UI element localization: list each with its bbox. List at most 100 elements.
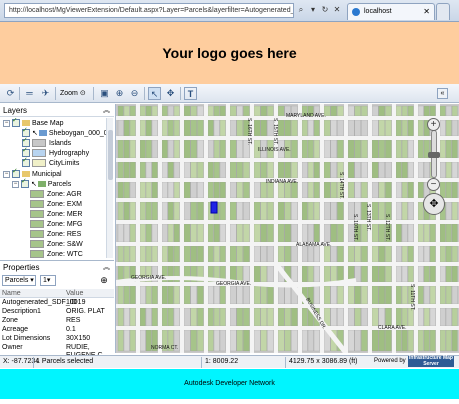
zoom-menu[interactable]: Zoom ⊙ [60, 88, 86, 99]
tab-title: localhost [364, 8, 392, 15]
refresh-map-icon[interactable]: ⟳ [4, 87, 17, 100]
zoom-slider-thumb[interactable] [428, 152, 440, 158]
map-toolbar: ⟳ ═ ✈ Zoom ⊙ ▣ ⊕ ⊖ ↖ ✥ T « [0, 84, 459, 103]
zoom-rect-icon[interactable]: ▣ [98, 87, 111, 100]
zoom-in-icon[interactable]: + [427, 118, 440, 131]
property-name: Acreage [2, 326, 29, 333]
buffer-icon[interactable]: ✈ [39, 87, 52, 100]
layer-item-hydrography[interactable]: Hydrography [22, 146, 90, 158]
status-separator [201, 357, 202, 368]
checkbox[interactable] [21, 177, 29, 189]
layer-label: Hydrography [49, 150, 90, 157]
property-row: Lot Dimensions 30X150 [0, 335, 114, 343]
street-label: S. 16TH ST. [246, 118, 252, 145]
pan-control-icon[interactable]: ✥ [423, 193, 445, 215]
property-name: Zone [2, 317, 18, 324]
layer-select[interactable]: Parcels ▾ [2, 275, 36, 286]
index-select[interactable]: 1▾ [40, 275, 56, 286]
legend-label: Zone: EXM [47, 201, 83, 208]
chevron-down-icon: ⊙ [79, 90, 86, 97]
street-label: S. 12TH ST. [384, 214, 390, 241]
toolbar-separator [144, 87, 145, 100]
property-row: Autogenerated_SDF_ID 10019 [0, 299, 114, 307]
layer-group-basemap[interactable]: − Base Map [3, 118, 64, 128]
ims-logo: Infrastructure Map Server [408, 355, 454, 367]
collapse-icon[interactable]: − [3, 170, 10, 178]
legend-label: Zone: S&W [47, 241, 83, 248]
chevron-down-icon: ▾ [30, 277, 34, 284]
checkbox[interactable] [22, 156, 30, 168]
checkbox[interactable] [12, 118, 20, 128]
refresh-icon[interactable]: ↻ [320, 5, 330, 15]
parcels-icon [37, 181, 46, 188]
new-tab-button[interactable] [436, 3, 450, 20]
legend-swatch [30, 220, 44, 229]
layer-label: Municipal [32, 171, 62, 178]
legend-item: Zone: EXM [30, 200, 82, 209]
legend-label: Zone: MFG [47, 221, 83, 228]
parcel-blocks [117, 105, 458, 352]
layer-item-citylimits[interactable]: CityLimits [22, 156, 79, 168]
property-name: Description1 [2, 308, 41, 315]
zoom-out-icon[interactable]: ⊖ [128, 87, 141, 100]
street-label: MARYLAND AVE. [286, 113, 326, 119]
toolbar-separator [93, 87, 94, 100]
street-label: CLARA AVE. [378, 325, 407, 331]
layer-item-parcels[interactable]: − ↖ Parcels [12, 177, 72, 189]
collapse-up-icon[interactable]: ︽ [103, 104, 110, 117]
layer-group-municipal[interactable]: − Municipal [3, 167, 62, 179]
measure-icon[interactable]: ═ [23, 87, 36, 100]
zoom-out-icon[interactable]: − [427, 178, 440, 191]
layer-label: Parcels [47, 181, 72, 188]
street-label: GEORGIA AVE. [131, 275, 166, 281]
raster-icon [38, 130, 47, 137]
toolbar-separator [19, 87, 20, 100]
tab-close-icon[interactable]: ✕ [423, 4, 430, 20]
map-svg: MARYLAND AVE. ILLINOIS AVE. INDIANA AVE. AL… [116, 104, 459, 353]
legend-item: Zone: MFG [30, 220, 82, 229]
close-icon[interactable]: ✕ [332, 5, 342, 15]
property-row: Zone RES [0, 317, 114, 325]
map-canvas[interactable]: MARYLAND AVE. ILLINOIS AVE. INDIANA AVE. AL… [115, 104, 459, 353]
property-value: 10019 [66, 299, 86, 306]
address-bar[interactable]: http://localhost/MgViewerExtension/Defau… [4, 3, 294, 18]
column-header-name: Name [2, 290, 21, 297]
property-row: Acreage 0.1 [0, 326, 114, 334]
pan-icon[interactable]: ✥ [164, 87, 177, 100]
collapse-icon[interactable]: − [12, 180, 19, 188]
text-tool-icon[interactable]: T [184, 87, 197, 100]
property-value: ORIG. PLAT [66, 308, 105, 315]
dropdown-icon[interactable]: ▾ [308, 5, 318, 15]
collapse-icon[interactable]: − [3, 119, 10, 127]
layer-item-sheboygan[interactable]: ↖ Sheboygan_000_0 [22, 126, 108, 138]
property-name: Owner [2, 344, 23, 351]
legend-label: Zone: RES [47, 231, 82, 238]
zoom-in-icon[interactable]: ⊕ [113, 87, 126, 100]
properties-title: Properties [3, 263, 40, 272]
properties-panel-title: Properties ︽ [0, 260, 114, 273]
scroll-thumb[interactable] [108, 130, 113, 180]
checkbox[interactable] [12, 167, 20, 179]
selected-parcel [210, 201, 218, 214]
layers-scrollbar[interactable] [106, 118, 113, 258]
property-value: 30X150 [66, 335, 91, 342]
property-value: 0.1 [66, 326, 76, 333]
layer-item-islands[interactable]: Islands [22, 136, 71, 148]
zoom-to-selection-icon[interactable]: ⊕ [98, 274, 110, 286]
search-icon[interactable]: ⌕ [296, 5, 306, 15]
cursor-icon: ↖ [32, 130, 38, 137]
collapse-panel-icon[interactable]: « [437, 88, 448, 99]
property-name: Lot Dimensions [2, 335, 51, 342]
status-separator [285, 357, 286, 368]
select-arrow-icon[interactable]: ↖ [148, 87, 161, 100]
layer-label: Base Map [32, 120, 64, 127]
legend-item: Zone: RES [30, 230, 81, 239]
footer-text: Autodesk Developer Network [184, 380, 275, 387]
logo-text: Your logo goes here [162, 45, 297, 61]
street-label: S. 15TH ST. [272, 118, 278, 145]
browser-tab[interactable]: localhost ✕ [347, 3, 435, 20]
street-label: S. 11TH ST. [409, 284, 415, 311]
status-extent: 4129.75 x 3086.89 (ft) [289, 358, 358, 365]
street-label: S. 13TH ST. [365, 204, 371, 231]
collapse-up-icon[interactable]: ︽ [103, 261, 110, 274]
